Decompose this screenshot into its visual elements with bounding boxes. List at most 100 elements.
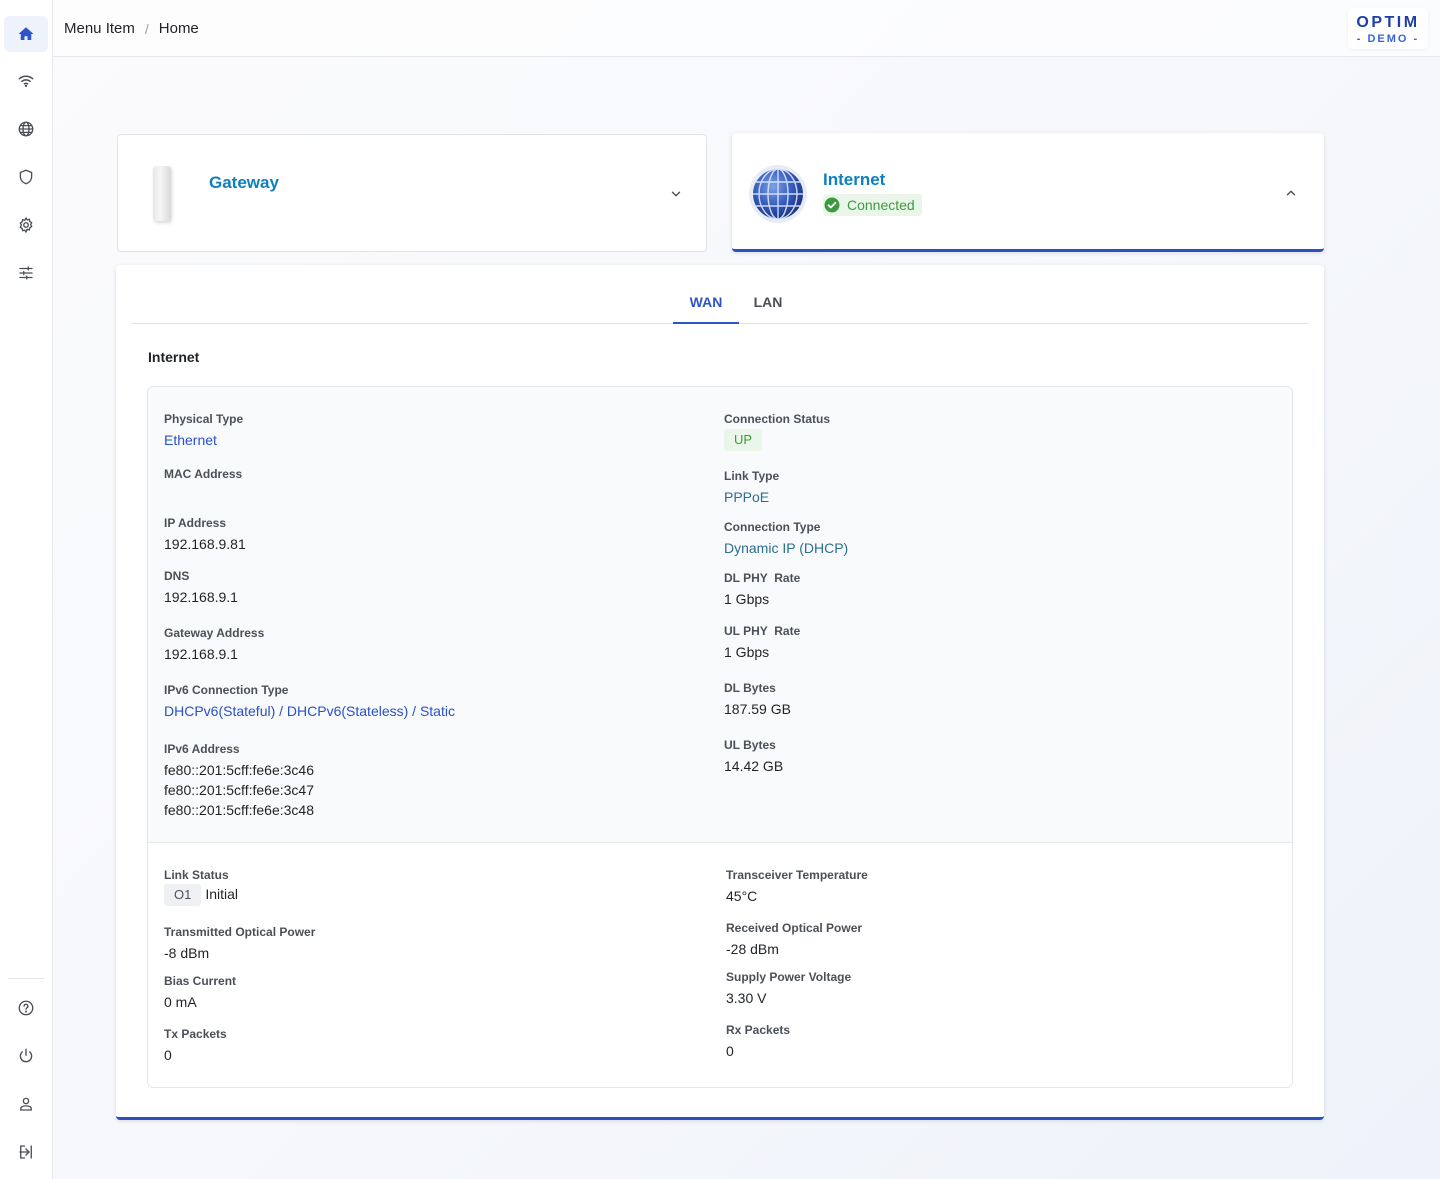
- gateway-address-field: Gateway Address 192.168.9.1: [164, 626, 264, 664]
- gateway-address-label: Gateway Address: [164, 626, 265, 640]
- breadcrumb-home[interactable]: Home: [159, 20, 199, 37]
- ipv6-address-field: IPv6 Address fe80::201:5cff:fe6e:3c46 fe…: [164, 742, 314, 820]
- rx-packets-field: Rx Packets 0: [726, 1023, 790, 1061]
- wifi-icon[interactable]: [4, 63, 48, 99]
- ipv6-address-list: fe80::201:5cff:fe6e:3c46 fe80::201:5cff:…: [164, 760, 314, 820]
- home-icon[interactable]: [4, 16, 48, 52]
- bias-current-field: Bias Current 0 mA: [164, 974, 236, 1012]
- ipv6-address-value: fe80::201:5cff:fe6e:3c48: [164, 802, 314, 818]
- link-status-label: Link Status: [164, 868, 229, 882]
- connected-status-text: Connected: [847, 197, 915, 213]
- transceiver-temperature-field: Transceiver Temperature 45°C: [726, 868, 868, 906]
- dns-label: DNS: [164, 569, 190, 583]
- sliders-icon[interactable]: [4, 255, 48, 291]
- gateway-device-image: [153, 166, 171, 221]
- bias-current-label: Bias Current: [164, 974, 237, 988]
- connection-status-field: Connection Status UP: [724, 412, 830, 451]
- rx-packets-label: Rx Packets: [726, 1023, 791, 1037]
- help-icon[interactable]: [4, 990, 48, 1026]
- tx-optical-power-field: Transmitted Optical Power -8 dBm: [164, 925, 315, 963]
- dl-phy-rate-value: 1 Gbps: [724, 591, 770, 607]
- user-icon[interactable]: [4, 1086, 48, 1122]
- link-status-code-badge: O1: [164, 884, 202, 906]
- settings-icon[interactable]: [4, 207, 48, 243]
- globe-image: [749, 165, 807, 223]
- ul-bytes-label: UL Bytes: [724, 738, 776, 752]
- supply-voltage-value: 3.30 V: [726, 990, 767, 1006]
- mac-address-label: MAC Address: [164, 467, 243, 481]
- connection-type-value: Dynamic IP (DHCP): [724, 540, 849, 556]
- tab-bar: WAN LAN: [132, 265, 1308, 324]
- dl-phy-rate-field: DL PHY Rate 1 Gbps: [724, 571, 800, 609]
- ul-bytes-value: 14.42 GB: [724, 758, 784, 774]
- ipv6-connection-type-value: DHCPv6(Stateful) / DHCPv6(Stateless) / S…: [164, 703, 455, 719]
- transceiver-temperature-value: 45°C: [726, 888, 758, 904]
- wan-info-box: Physical Type Ethernet MAC Address IP Ad…: [147, 386, 1293, 1088]
- dns-value: 192.168.9.1: [164, 589, 238, 605]
- rx-optical-power-field: Received Optical Power -28 dBm: [726, 921, 862, 959]
- ipv6-connection-type-label: IPv6 Connection Type: [164, 683, 289, 697]
- dl-phy-rate-label: DL PHY Rate: [724, 571, 801, 585]
- tx-packets-value: 0: [164, 1047, 172, 1063]
- tab-wan[interactable]: WAN: [673, 294, 739, 324]
- ipv6-address-label: IPv6 Address: [164, 742, 240, 756]
- connection-status-label: Connection Status: [724, 412, 831, 426]
- shield-icon[interactable]: [4, 159, 48, 195]
- connection-type-label: Connection Type: [724, 520, 821, 534]
- internet-card[interactable]: Internet Connected: [732, 133, 1324, 252]
- rx-optical-power-value: -28 dBm: [726, 941, 779, 957]
- ul-phy-rate-field: UL PHY Rate 1 Gbps: [724, 624, 800, 662]
- internet-details-panel: WAN LAN Internet Physical Type Ethernet …: [116, 265, 1324, 1120]
- transceiver-temperature-label: Transceiver Temperature: [726, 868, 868, 882]
- logout-icon[interactable]: [4, 1134, 48, 1170]
- gateway-title: Gateway: [209, 173, 279, 192]
- dl-bytes-field: DL Bytes 187.59 GB: [724, 681, 791, 719]
- check-circle-icon: [824, 197, 840, 213]
- ipv6-address-value: fe80::201:5cff:fe6e:3c46: [164, 762, 314, 778]
- link-type-field: Link Type PPPoE: [724, 469, 779, 507]
- bias-current-value: 0 mA: [164, 994, 197, 1010]
- connection-status-badge: UP: [724, 429, 763, 451]
- section-title: Internet: [148, 349, 200, 365]
- ipv6-connection-type-field: IPv6 Connection Type DHCPv6(Stateful) / …: [164, 683, 455, 721]
- tx-optical-power-value: -8 dBm: [164, 945, 210, 961]
- chevron-down-icon[interactable]: [669, 187, 683, 201]
- dl-bytes-value: 187.59 GB: [724, 701, 791, 717]
- top-bar: Menu Item / Home OPTIM - DEMO -: [53, 0, 1440, 57]
- tx-packets-field: Tx Packets 0: [164, 1027, 227, 1065]
- dl-bytes-label: DL Bytes: [724, 681, 776, 695]
- tx-packets-label: Tx Packets: [164, 1027, 227, 1041]
- chevron-up-icon[interactable]: [1284, 186, 1298, 200]
- ip-address-field: IP Address 192.168.9.81: [164, 516, 246, 554]
- breadcrumb-menu-item[interactable]: Menu Item: [64, 20, 135, 37]
- brand-logo: OPTIM - DEMO -: [1348, 8, 1428, 49]
- physical-type-field: Physical Type Ethernet: [164, 412, 243, 450]
- gateway-card[interactable]: Gateway: [117, 134, 707, 252]
- link-type-value: PPPoE: [724, 489, 770, 505]
- link-status-field: Link Status O1 Initial: [164, 868, 238, 906]
- physical-type-label: Physical Type: [164, 412, 244, 426]
- tab-lan[interactable]: LAN: [738, 294, 798, 310]
- tx-optical-power-label: Transmitted Optical Power: [164, 925, 316, 939]
- dns-field: DNS 192.168.9.1: [164, 569, 238, 607]
- sidebar-divider: [8, 978, 44, 979]
- rx-optical-power-label: Received Optical Power: [726, 921, 863, 935]
- ul-phy-rate-label: UL PHY Rate: [724, 624, 801, 638]
- globe-icon[interactable]: [4, 111, 48, 147]
- breadcrumb-separator: /: [144, 20, 149, 37]
- connected-badge: Connected: [823, 194, 922, 216]
- supply-voltage-field: Supply Power Voltage 3.30 V: [726, 970, 851, 1008]
- link-status-value: Initial: [205, 886, 239, 902]
- ip-address-label: IP Address: [164, 516, 227, 530]
- link-type-label: Link Type: [724, 469, 780, 483]
- ip-address-value: 192.168.9.81: [164, 536, 246, 552]
- connection-type-field: Connection Type Dynamic IP (DHCP): [724, 520, 848, 558]
- wan-details-section: Physical Type Ethernet MAC Address IP Ad…: [148, 387, 1292, 843]
- ipv6-address-value: fe80::201:5cff:fe6e:3c47: [164, 782, 314, 798]
- supply-voltage-label: Supply Power Voltage: [726, 970, 852, 984]
- ul-bytes-field: UL Bytes 14.42 GB: [724, 738, 783, 776]
- logo-main-text: OPTIM: [1356, 14, 1420, 31]
- sidebar: [0, 0, 53, 1179]
- breadcrumb: Menu Item / Home: [64, 20, 199, 37]
- power-icon[interactable]: [4, 1038, 48, 1074]
